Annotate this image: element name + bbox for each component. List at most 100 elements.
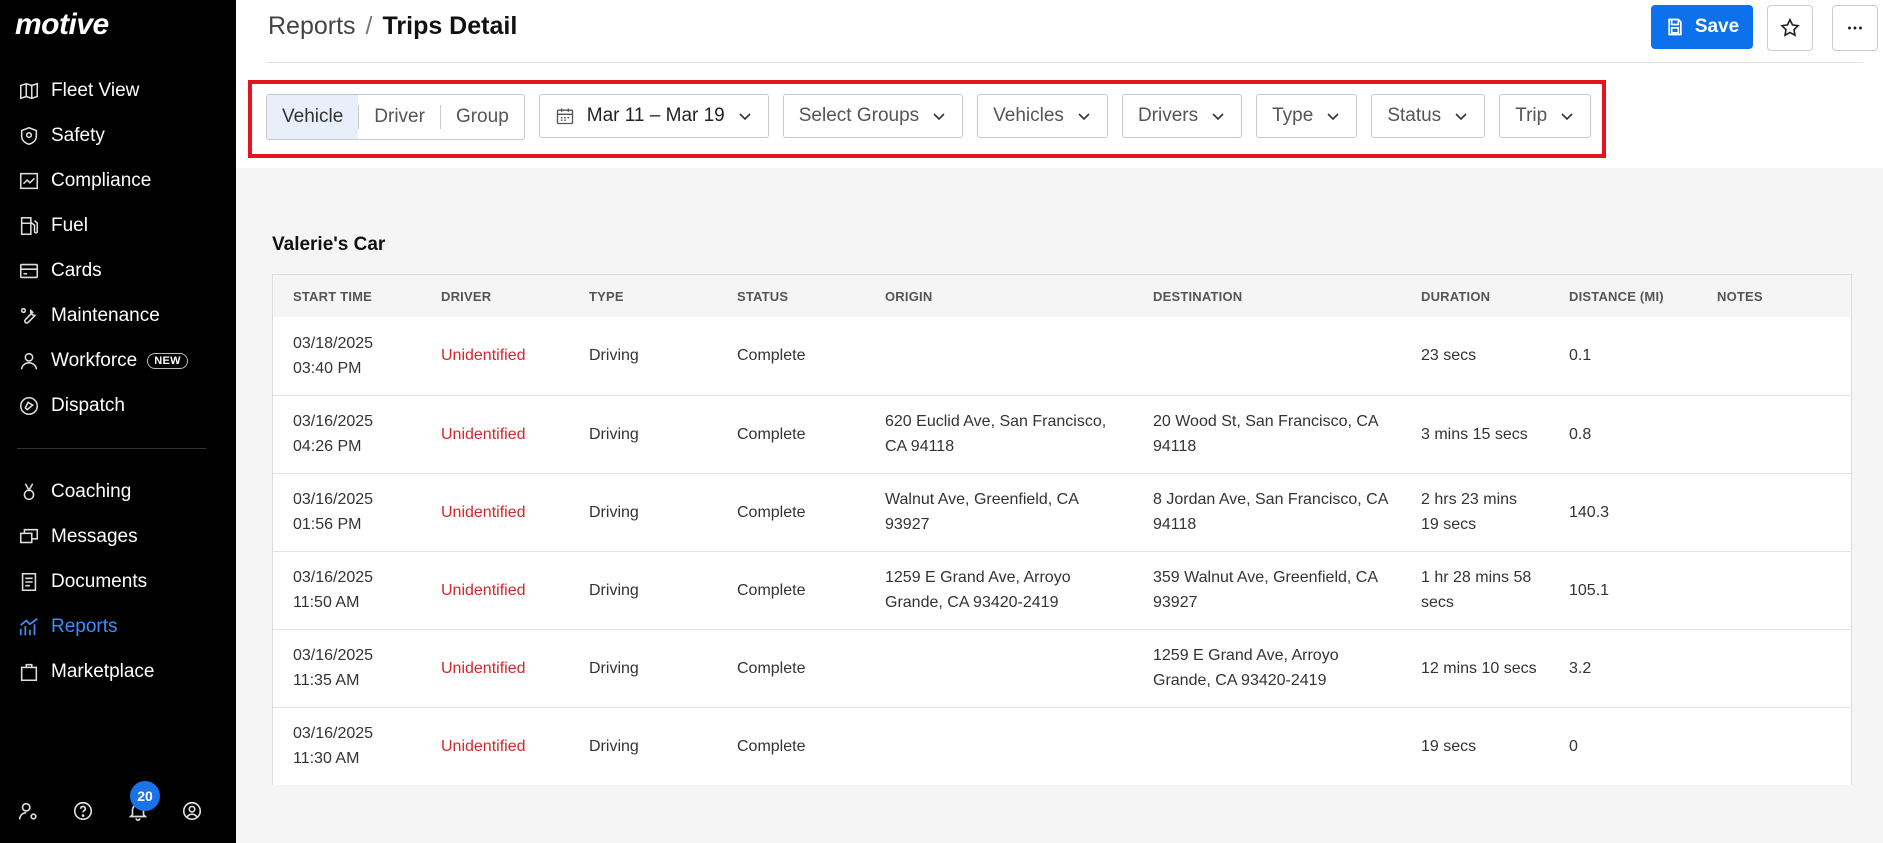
- driver-cell[interactable]: Unidentified: [421, 551, 569, 629]
- notes-cell: [1697, 629, 1851, 707]
- start-date: 03/16/2025: [293, 491, 374, 508]
- sidebar-item-reports[interactable]: Reports: [0, 604, 236, 649]
- column-header[interactable]: START TIME: [273, 275, 421, 317]
- origin-cell: 620 Euclid Ave, San Francisco, CA 94118: [885, 413, 1107, 455]
- table-row[interactable]: 03/16/2025 04:26 PM Unidentified Driving Com…: [273, 395, 1851, 473]
- status-cell: Complete: [737, 347, 806, 365]
- notifications-bell-icon[interactable]: 20: [122, 781, 160, 827]
- driver-cell[interactable]: Unidentified: [421, 317, 569, 395]
- favorite-button[interactable]: [1767, 5, 1813, 51]
- driver-cell[interactable]: Unidentified: [421, 395, 569, 473]
- destination-cell: 8 Jordan Ave, San Francisco, CA 94118: [1153, 491, 1388, 533]
- table-row[interactable]: 03/16/2025 01:56 PM Unidentified Driving Com…: [273, 473, 1851, 551]
- table-row[interactable]: 03/18/2025 03:40 PM Unidentified Driving Com…: [273, 317, 1851, 395]
- type-cell: Driving: [589, 659, 639, 677]
- driver-cell[interactable]: Unidentified: [421, 629, 569, 707]
- breadcrumb-reports-link[interactable]: Reports: [268, 12, 356, 41]
- sidebar-item-compliance[interactable]: Compliance: [0, 158, 236, 203]
- vehicle-section-title: Valerie's Car: [272, 234, 386, 255]
- type-cell: Driving: [589, 347, 639, 365]
- trips-table-container[interactable]: START TIME DRIVER TYPE STATUS ORIGIN DESTINAT…: [272, 274, 1852, 785]
- sidebar-item-documents[interactable]: Documents: [0, 559, 236, 604]
- sidebar-item-fuel[interactable]: Fuel: [0, 203, 236, 248]
- drivers-dropdown[interactable]: Drivers: [1121, 94, 1243, 138]
- star-icon: [1780, 17, 1800, 37]
- column-header[interactable]: TYPE: [569, 275, 717, 317]
- map-icon: [17, 79, 41, 103]
- breadcrumb-separator: /: [365, 12, 373, 40]
- account-icon[interactable]: [176, 795, 208, 827]
- start-time: 11:35 AM: [293, 672, 360, 689]
- date-range-picker[interactable]: Mar 11 – Mar 19: [538, 94, 769, 138]
- column-header[interactable]: ORIGIN: [865, 275, 1133, 317]
- status-label: Status: [1387, 105, 1442, 126]
- segment-driver[interactable]: Driver: [359, 95, 440, 139]
- status-cell: Complete: [737, 737, 806, 755]
- motive-logo[interactable]: motive: [15, 8, 109, 42]
- column-header[interactable]: NOTES: [1697, 275, 1851, 317]
- start-time-cell: 03/18/2025 03:40 PM: [273, 317, 421, 395]
- segment-vehicle[interactable]: Vehicle: [267, 95, 359, 139]
- vehicles-dropdown[interactable]: Vehicles: [977, 94, 1108, 138]
- driver-cell[interactable]: Unidentified: [421, 473, 569, 551]
- sidebar-item-label: Coaching: [51, 480, 132, 502]
- sidebar-item-maintenance[interactable]: Maintenance: [0, 293, 236, 338]
- date-range-value: Mar 11 – Mar 19: [586, 105, 725, 126]
- start-time: 11:50 AM: [293, 594, 360, 611]
- chevron-down-icon: [1078, 113, 1090, 121]
- shield-icon: [17, 124, 41, 148]
- start-time-cell: 03/16/2025 11:35 AM: [273, 629, 421, 707]
- sidebar-item-fleet-view[interactable]: Fleet View: [0, 68, 236, 113]
- chevron-down-icon: [1455, 113, 1467, 121]
- column-header[interactable]: STATUS: [717, 275, 865, 317]
- origin-cell: 1259 E Grand Ave, Arroyo Grande, CA 9342…: [885, 569, 1071, 611]
- driver-cell[interactable]: Unidentified: [421, 707, 569, 785]
- sidebar-item-label: Cards: [51, 259, 102, 281]
- calendar-icon: [556, 108, 573, 125]
- distance-cell: 0.1: [1569, 347, 1592, 365]
- sidebar-item-marketplace[interactable]: Marketplace: [0, 649, 236, 694]
- table-row[interactable]: 03/16/2025 11:30 AM Unidentified Driving Com…: [273, 707, 1851, 785]
- sidebar-item-dispatch[interactable]: Dispatch: [0, 383, 236, 428]
- table-row[interactable]: 03/16/2025 11:35 AM Unidentified Driving Com…: [273, 629, 1851, 707]
- column-header[interactable]: DURATION: [1401, 275, 1549, 317]
- trip-label: Trip: [1515, 105, 1548, 126]
- sidebar-item-messages[interactable]: Messages: [0, 514, 236, 559]
- sidebar-item-safety[interactable]: Safety: [0, 113, 236, 158]
- table-row[interactable]: 03/16/2025 11:50 AM Unidentified Driving Com…: [273, 551, 1851, 629]
- chevron-down-icon: [739, 113, 751, 121]
- sidebar-item-cards[interactable]: Cards: [0, 248, 236, 293]
- column-header[interactable]: DESTINATION: [1133, 275, 1401, 317]
- page-header: Reports / Trips Detail Save Vehicle Driv…: [236, 0, 1883, 168]
- start-time-cell: 03/16/2025 01:56 PM: [273, 473, 421, 551]
- trips-table: START TIME DRIVER TYPE STATUS ORIGIN DESTINAT…: [273, 275, 1851, 785]
- sidebar-divider: [17, 448, 206, 449]
- segment-group[interactable]: Group: [441, 95, 524, 139]
- type-label: Type: [1272, 105, 1314, 126]
- start-date: 03/16/2025: [293, 413, 374, 430]
- sidebar-item-coaching[interactable]: Coaching: [0, 469, 236, 514]
- distance-cell: 105.1: [1569, 581, 1610, 599]
- column-header[interactable]: DRIVER: [421, 275, 569, 317]
- destination-cell: [1133, 317, 1401, 395]
- more-options-button[interactable]: [1832, 5, 1878, 51]
- table-body: 03/18/2025 03:40 PM Unidentified Driving Com…: [273, 317, 1851, 785]
- notification-count-badge: 20: [130, 781, 160, 811]
- save-button[interactable]: Save: [1651, 5, 1753, 49]
- status-dropdown[interactable]: Status: [1371, 94, 1486, 138]
- type-dropdown[interactable]: Type: [1256, 94, 1358, 138]
- select-groups-dropdown[interactable]: Select Groups: [782, 94, 964, 138]
- notes-cell: [1697, 707, 1851, 785]
- sidebar-item-workforce[interactable]: Workforce NEW: [0, 338, 236, 383]
- help-icon[interactable]: [67, 795, 99, 827]
- notes-cell: [1697, 551, 1851, 629]
- document-icon: [17, 570, 41, 594]
- column-header[interactable]: DISTANCE (MI): [1549, 275, 1697, 317]
- start-time-cell: 03/16/2025 11:50 AM: [273, 551, 421, 629]
- coaching-icon: [17, 480, 41, 504]
- main-content: Reports / Trips Detail Save Vehicle Driv…: [236, 0, 1883, 843]
- start-time: 01:56 PM: [293, 516, 362, 533]
- trip-dropdown[interactable]: Trip: [1499, 94, 1592, 138]
- chevron-down-icon: [1561, 113, 1573, 121]
- user-settings-icon[interactable]: [12, 795, 44, 827]
